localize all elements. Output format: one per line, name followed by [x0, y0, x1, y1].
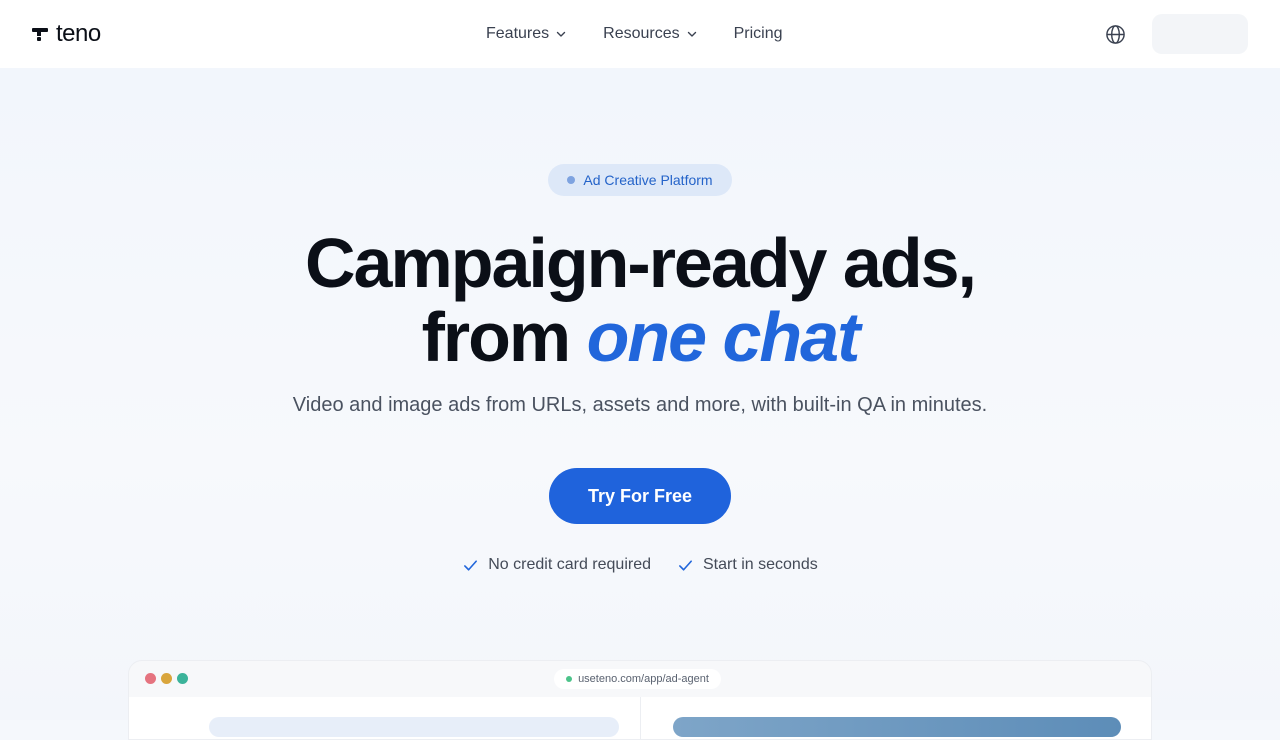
window-content: [129, 697, 1151, 739]
try-for-free-button[interactable]: Try For Free: [549, 468, 731, 524]
nav-item-label: Pricing: [733, 25, 783, 42]
nav-item-label: Features: [486, 25, 550, 42]
brand-name: teno: [56, 20, 101, 47]
headline-accent: one chat: [586, 298, 861, 376]
chat-pane-preview: [209, 717, 619, 737]
check-icon: [464, 559, 478, 571]
chevron-down-icon: [687, 31, 696, 37]
nav-item-features[interactable]: Features: [486, 25, 567, 43]
chevron-down-icon: [556, 31, 566, 37]
perk-item: No credit card required: [462, 556, 651, 574]
perk-item: Start in seconds: [677, 556, 818, 574]
category-badge: Ad Creative Platform: [548, 164, 732, 196]
window-titlebar: useteno.com/app/ad-agent: [129, 661, 1151, 697]
window-maximize-dot: [177, 673, 188, 684]
url-bar: useteno.com/app/ad-agent: [554, 669, 721, 689]
hero-section: Ad Creative Platform Campaign-ready ads,…: [0, 68, 1280, 740]
globe-icon[interactable]: [1105, 24, 1126, 45]
ad-preview-pane: [673, 717, 1121, 737]
badge-label: Ad Creative Platform: [583, 172, 713, 188]
teno-logo-icon: [32, 26, 50, 42]
hero-headline: Campaign-ready ads, from one chat: [0, 226, 1280, 374]
headline-line-1: Campaign-ready ads,: [305, 224, 977, 302]
nav-item-label: Resources: [603, 25, 680, 42]
account-button-placeholder[interactable]: [1152, 14, 1248, 54]
app-preview-window: useteno.com/app/ad-agent: [128, 660, 1152, 740]
badge-dot: [567, 176, 576, 184]
perks-list: No credit card required Start in seconds: [0, 556, 1280, 574]
nav-item-pricing[interactable]: Pricing: [734, 25, 783, 43]
check-icon: [679, 559, 692, 571]
window-minimize-dot: [161, 673, 172, 684]
perk-label: No credit card required: [488, 556, 651, 573]
perk-label: Start in seconds: [703, 556, 818, 573]
main-nav: Features Resources Pricing: [486, 22, 783, 46]
url-text: useteno.com/app/ad-agent: [578, 673, 709, 685]
brand-logo[interactable]: teno: [32, 20, 101, 48]
secure-status-dot: [566, 676, 573, 682]
hero-subheadline: Video and image ads from URLs, assets an…: [292, 394, 988, 416]
nav-item-resources[interactable]: Resources: [603, 25, 697, 43]
window-close-dot: [145, 673, 156, 684]
pane-divider: [640, 697, 641, 739]
top-navigation-bar: teno Features Resources Pricing: [0, 0, 1280, 68]
headline-line-2-prefix: from: [421, 298, 587, 376]
